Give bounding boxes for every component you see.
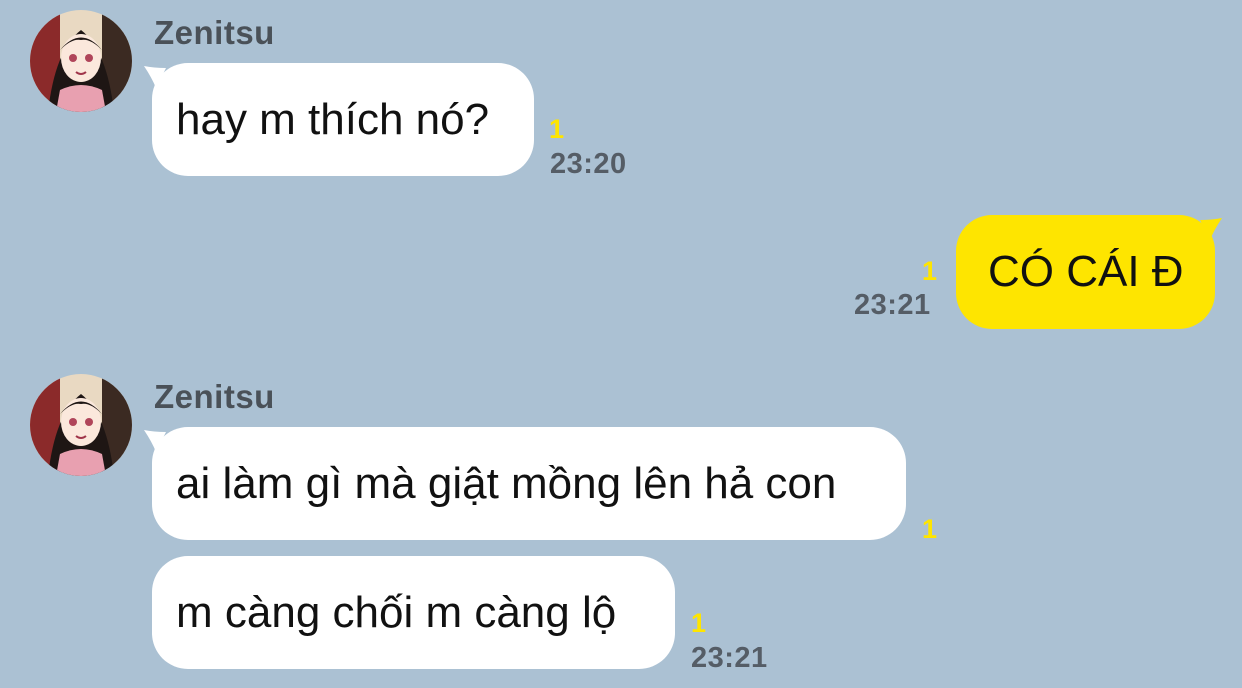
avatar[interactable] <box>30 374 132 476</box>
sender-name: Zenitsu <box>154 14 275 51</box>
unread-count: 1 <box>922 256 938 286</box>
message-text: hay m thích nó? <box>176 94 490 144</box>
sender-name: Zenitsu <box>154 378 275 415</box>
unread-count: 1 <box>691 608 707 638</box>
unread-count: 1 <box>549 114 565 144</box>
message-text: ai làm gì mà giật mồng lên hả con <box>176 458 837 508</box>
timestamp: 23:21 <box>854 289 931 321</box>
timestamp: 23:20 <box>550 148 627 180</box>
message-bubble[interactable]: hay m thích nó? <box>152 63 534 176</box>
bubble-tail <box>1200 218 1222 240</box>
message-text: CÓ CÁI Đ <box>988 247 1184 296</box>
unread-count: 1 <box>922 514 938 544</box>
timestamp: 23:21 <box>691 642 768 674</box>
message-bubble[interactable]: ai làm gì mà giật mồng lên hả con <box>152 427 906 540</box>
message-text: m càng chối m càng lộ <box>176 587 617 637</box>
message-bubble[interactable]: CÓ CÁI Đ <box>956 215 1215 329</box>
avatar-image <box>30 374 132 476</box>
avatar[interactable] <box>30 10 132 112</box>
avatar-image <box>30 10 132 112</box>
message-bubble[interactable]: m càng chối m càng lộ <box>152 556 675 669</box>
